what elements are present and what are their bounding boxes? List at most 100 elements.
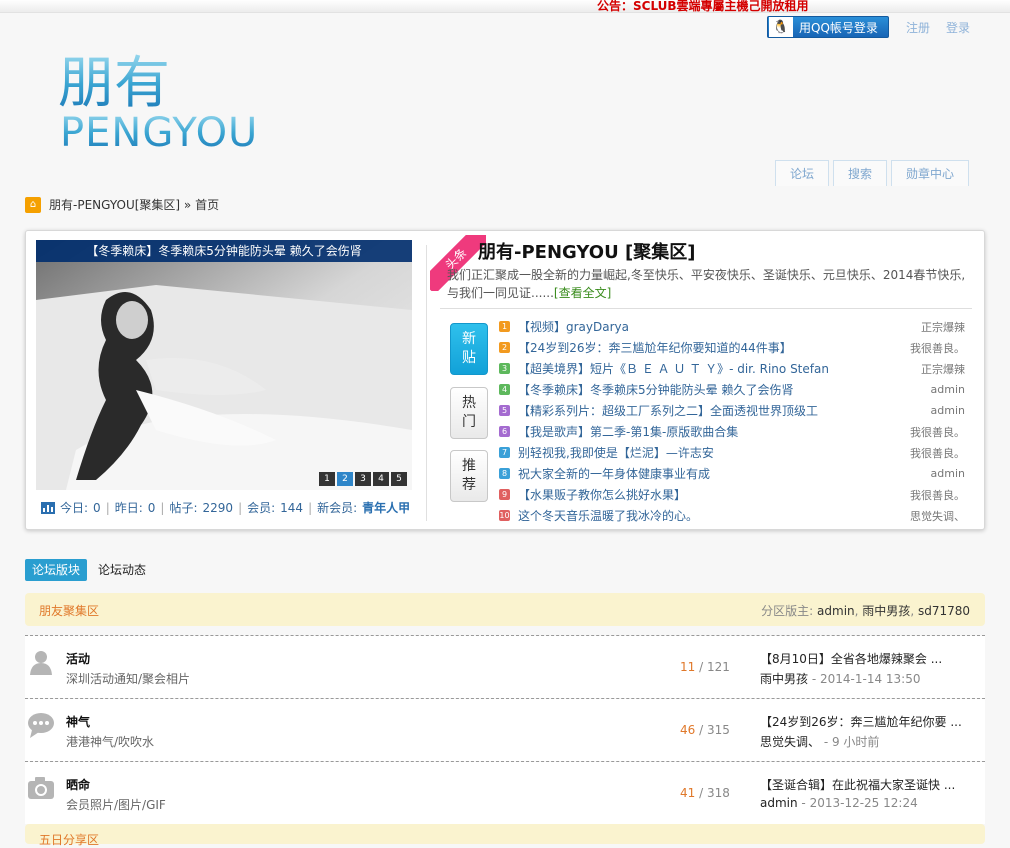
forum-stats: 今日: 0 | 昨日: 0 | 帖子: 2290 | 会员: 144 | 新会员: 青年人… [41, 499, 410, 516]
thread-author-link[interactable]: 正宗爆辣 [921, 319, 965, 335]
thread-author-link[interactable]: 正宗爆辣 [921, 361, 965, 377]
slide-pager: 1 2 3 4 5 [319, 472, 407, 486]
last-post-user[interactable]: 思觉失调、 [760, 735, 820, 749]
tab-forum-activity[interactable]: 论坛动态 [98, 559, 146, 581]
stat-yesterday: 0 [147, 500, 156, 515]
tab-hot[interactable]: 热门 [450, 387, 488, 439]
slideshow[interactable]: 【冬季赖床】冬季赖床5分钟能防头晕 赖久了会伤肾 1 2 3 4 5 [36, 240, 412, 490]
rank-number: 10 [499, 510, 510, 521]
moderator-link[interactable]: 雨中男孩 [862, 604, 910, 618]
qq-login-button[interactable]: 🐧 用QQ帳号登录 [767, 16, 889, 38]
thread-author-link[interactable]: admin [931, 383, 965, 396]
forum-name[interactable]: 神气 [66, 713, 90, 730]
stat-yesterday-label: 昨日: [114, 501, 143, 515]
breadcrumb: ⌂ 朋有-PENGYOU[聚集区] » 首页 [25, 196, 219, 213]
nav-forum[interactable]: 论坛 [775, 160, 829, 186]
forum-name[interactable]: 晒命 [66, 776, 90, 793]
qq-penguin-icon: 🐧 [769, 17, 793, 37]
rank-number: 4 [499, 384, 510, 395]
category-title-2[interactable]: 五日分享区 [39, 831, 99, 848]
stat-posts-label: 帖子: [169, 501, 198, 515]
rank-number: 5 [499, 405, 510, 416]
moderator-link[interactable]: admin [817, 604, 855, 618]
category-header-2: 五日分享区 [25, 824, 985, 847]
thread-title-link[interactable]: 【水果贩子教你怎么挑好水果】 [518, 486, 904, 503]
thread-author-link[interactable]: 我很善良。 [910, 424, 965, 440]
stats-chart-icon [41, 501, 55, 514]
thread-title-link[interactable]: 【精彩系列片：超级工厂系列之二】全面透视世界顶级工 [518, 402, 925, 419]
moderator-link[interactable]: sd71780 [918, 604, 970, 618]
forum-row: 活动 深圳活动通知/聚会相片 11 / 121 【8月10日】全省各地爆辣聚会 … [25, 636, 985, 698]
post-count: 318 [706, 786, 730, 800]
thread-row: 4 【冬季赖床】冬季赖床5分钟能防头晕 赖久了会伤肾 admin [499, 379, 965, 400]
slide-page-3[interactable]: 3 [355, 472, 371, 486]
thread-title-link[interactable]: 这个冬天音乐温暖了我冰冷的心。 [518, 507, 904, 524]
nav-search[interactable]: 搜索 [833, 160, 887, 186]
rank-number: 3 [499, 363, 510, 374]
last-post-user[interactable]: admin [760, 796, 798, 810]
last-post-time: 2014-1-14 13:50 [819, 672, 921, 686]
headline-desc-text: 我们正汇聚成一股全新的力量崛起,冬至快乐、平安夜快乐、圣诞快乐、元旦快乐、201… [447, 268, 966, 300]
thread-author-link[interactable]: admin [931, 467, 965, 480]
camera-icon[interactable] [27, 774, 55, 802]
forum-name[interactable]: 活动 [66, 650, 90, 667]
moderators-label: 分区版主: [761, 604, 814, 618]
logo-cn: 朋有 [58, 51, 170, 116]
category-title[interactable]: 朋友聚集区 [39, 602, 99, 619]
register-link[interactable]: 注册 [906, 19, 930, 36]
slide-page-1[interactable]: 1 [319, 472, 335, 486]
tab-recommended[interactable]: 推荐 [450, 450, 488, 502]
headline-divider [440, 308, 972, 309]
last-post-time: 2013-12-25 12:24 [809, 796, 918, 810]
forum-description: 深圳活动通知/聚会相片 [66, 672, 191, 686]
forum-counts: 46 / 315 [680, 723, 730, 737]
thread-title-link[interactable]: 【视频】grayDarya [518, 318, 915, 335]
tab-new-posts[interactable]: 新贴 [450, 323, 488, 375]
post-count: 121 [706, 660, 730, 674]
rank-number: 2 [499, 342, 510, 353]
thread-row: 10 这个冬天音乐温暖了我冰冷的心。 思觉失调、 [499, 505, 965, 526]
thread-title-link[interactable]: 【我是歌声】第二季-第1集-原版歌曲合集 [518, 423, 904, 440]
thread-count: 41 [680, 786, 696, 800]
thread-title-link[interactable]: 【24岁到26岁：奔三尴尬年纪你要知道的44件事】 [518, 339, 904, 356]
thread-author-link[interactable]: admin [931, 404, 965, 417]
announcement[interactable]: 公告：SCLUB雲端專屬主機己開放租用 [597, 0, 809, 14]
chat-icon[interactable] [27, 711, 55, 739]
last-post-title[interactable]: 【24岁到26岁：奔三尴尬年纪你要 ... [760, 713, 962, 730]
slide-image[interactable] [36, 240, 412, 490]
last-post-user[interactable]: 雨中男孩 [760, 672, 808, 686]
thread-author-link[interactable]: 我很善良。 [910, 487, 965, 503]
thread-title-link[interactable]: 【冬季赖床】冬季赖床5分钟能防头晕 赖久了会伤肾 [518, 381, 925, 398]
tab-hot-label: 热门 [462, 395, 476, 430]
thread-author-link[interactable]: 我很善良。 [910, 445, 965, 461]
rank-number: 7 [499, 447, 510, 458]
last-post-time: 9 小时前 [831, 735, 880, 749]
login-link[interactable]: 登录 [946, 19, 970, 36]
thread-title-link[interactable]: 别轻视我,我即使是【烂泥】—许志安 [518, 444, 904, 461]
forum-description: 会员照片/图片/GIF [66, 798, 166, 812]
feature-panel: 【冬季赖床】冬季赖床5分钟能防头晕 赖久了会伤肾 1 2 3 4 5 今日: 0 … [25, 230, 985, 530]
tab-forum-boards[interactable]: 论坛版块 [25, 559, 87, 581]
slide-page-2[interactable]: 2 [337, 472, 353, 486]
headline-title[interactable]: 朋有-PENGYOU [聚集区] [478, 238, 695, 264]
newest-member-link[interactable]: 青年人甲 [362, 499, 410, 516]
thread-author-link[interactable]: 我很善良。 [910, 340, 965, 356]
thread-title-link[interactable]: 祝大家全新的一年身体健康事业有成 [518, 465, 925, 482]
home-icon[interactable]: ⌂ [25, 196, 41, 213]
read-more-link[interactable]: [查看全文] [554, 286, 611, 300]
post-count: 315 [706, 723, 730, 737]
thread-author-link[interactable]: 思觉失调、 [910, 508, 965, 524]
slide-page-4[interactable]: 4 [373, 472, 389, 486]
last-post-title[interactable]: 【8月10日】全省各地爆辣聚会 ... [760, 650, 942, 667]
last-post-title[interactable]: 【圣诞合辑】在此祝福大家圣诞快 ... [760, 776, 955, 793]
slide-page-5[interactable]: 5 [391, 472, 407, 486]
rank-number: 8 [499, 468, 510, 479]
forum-row: 神气 港港神气/吹吹水 46 / 315 【24岁到26岁：奔三尴尬年纪你要 .… [25, 699, 985, 761]
breadcrumb-separator: » [183, 198, 192, 212]
person-icon[interactable] [27, 648, 55, 676]
site-logo[interactable]: 朋有 PENGYOU [58, 50, 288, 150]
breadcrumb-site[interactable]: 朋有-PENGYOU[聚集区] [49, 198, 180, 212]
nav-medals[interactable]: 勋章中心 [891, 160, 969, 186]
slide-caption[interactable]: 【冬季赖床】冬季赖床5分钟能防头晕 赖久了会伤肾 [36, 240, 412, 262]
thread-title-link[interactable]: 【超美境界】短片《Ｂ Ｅ Ａ Ｕ Ｔ Ｙ》- dir. Rino Stefan [518, 360, 915, 377]
